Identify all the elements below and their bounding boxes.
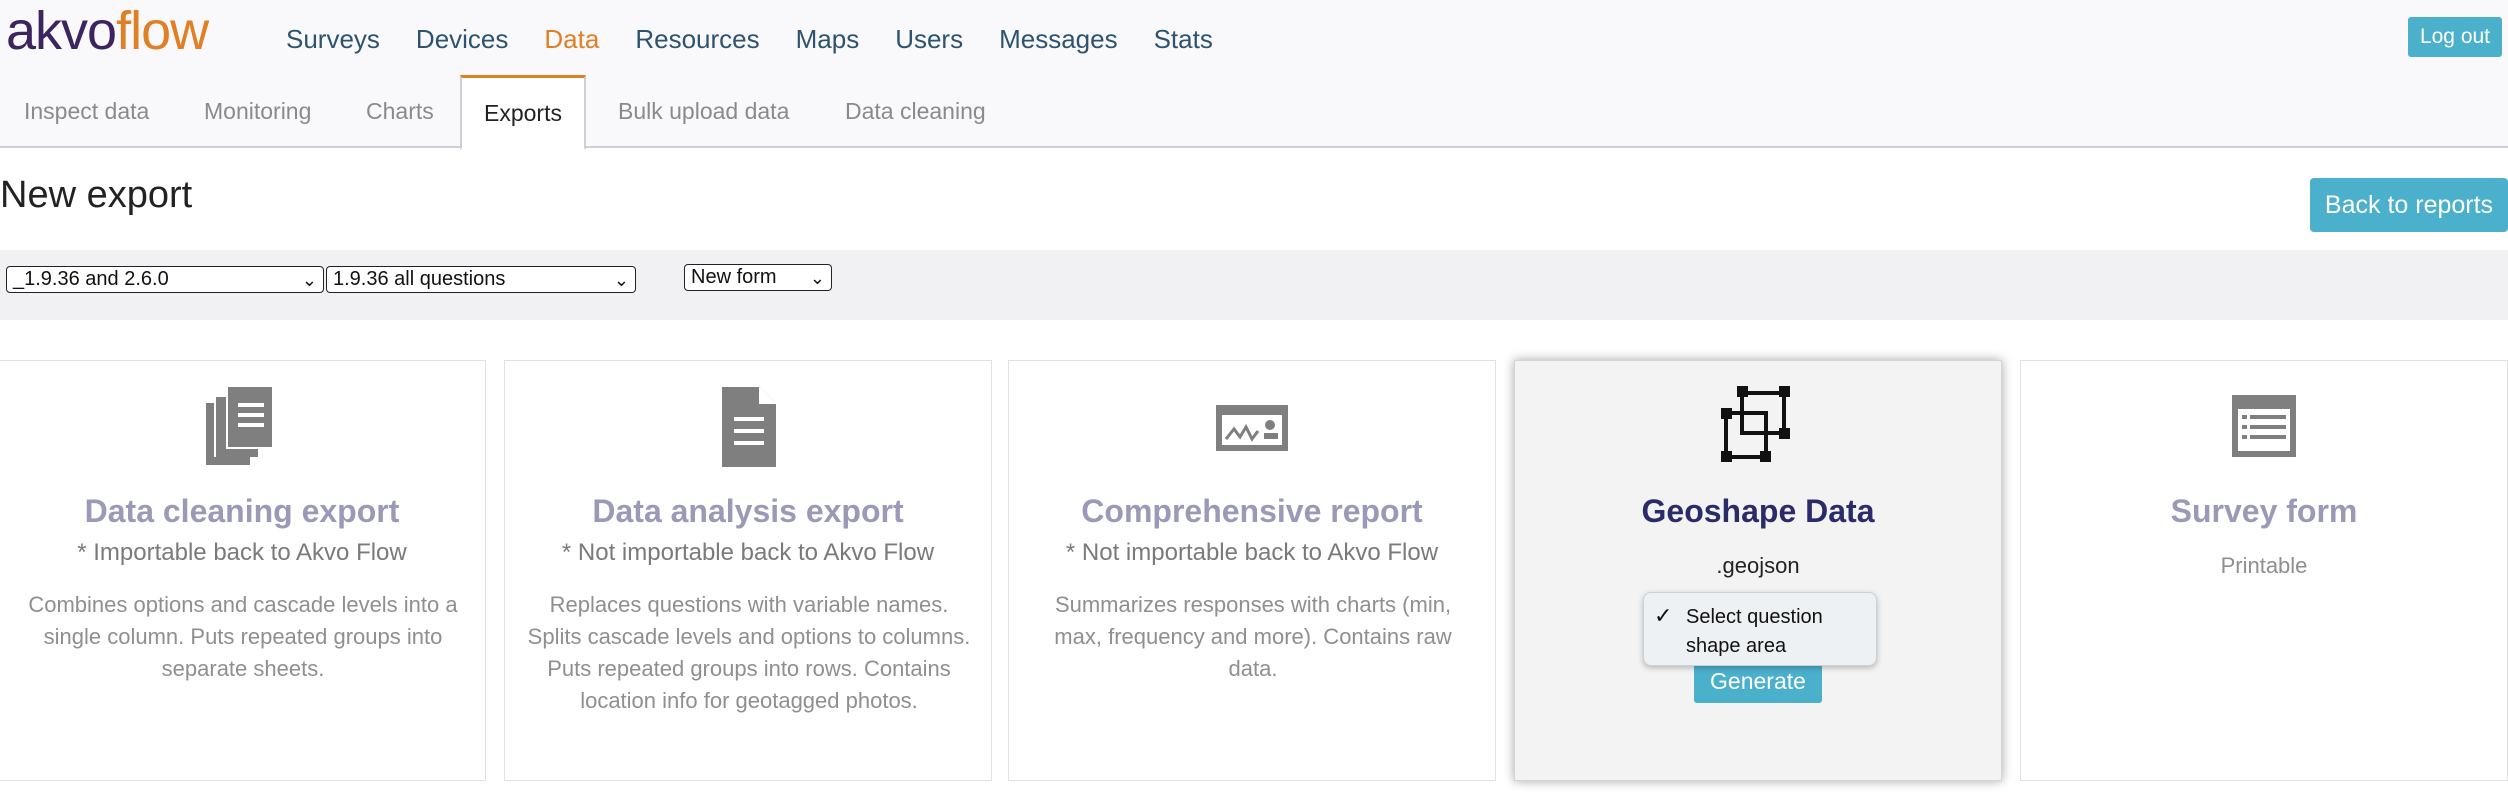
shape-question-dropdown[interactable]: ✓ Select question shape area (1643, 592, 1877, 666)
card-title: Data analysis export (592, 493, 904, 529)
back-to-reports-button[interactable]: Back to reports (2310, 178, 2508, 232)
card-title: Survey form (2170, 493, 2358, 529)
card-description: Combines options and cascade levels into… (28, 592, 458, 681)
documents-icon (206, 385, 274, 465)
geoshape-icon (1721, 386, 1790, 462)
tab-monitoring[interactable]: Monitoring (182, 75, 333, 148)
card-note: * Not importable back to Akvo Flow (561, 539, 935, 566)
tab-bulk-upload[interactable]: Bulk upload data (596, 75, 811, 148)
form-type-select[interactable]: New form ⌄ (684, 264, 832, 291)
tab-charts[interactable]: Charts (344, 75, 456, 148)
nav-messages[interactable]: Messages (999, 22, 1118, 56)
nav-users[interactable]: Users (895, 22, 963, 56)
tab-exports[interactable]: Exports (460, 75, 586, 150)
nav-surveys[interactable]: Surveys (286, 22, 380, 56)
logout-button[interactable]: Log out (2408, 17, 2502, 57)
form-select[interactable]: 1.9.36 all questions ⌄ (326, 266, 636, 293)
form-icon (2232, 395, 2296, 457)
form-select-value: 1.9.36 all questions (333, 268, 506, 290)
form-type-select-value: New form (691, 266, 777, 288)
nav-maps[interactable]: Maps (796, 22, 860, 56)
card-geoshape-data[interactable]: Geoshape Data .geojson (1514, 360, 2002, 781)
filters-bar: _1.9.36 and 2.6.0 ⌄ 1.9.36 all questions… (0, 250, 2508, 320)
top-navbar: akvoflow Surveys Devices Data Resources … (0, 0, 2508, 75)
nav-stats[interactable]: Stats (1154, 22, 1213, 56)
card-subtitle: .geojson (1716, 553, 1800, 578)
card-title: Data cleaning export (84, 493, 400, 529)
akvoflow-logo[interactable]: akvoflow (6, 0, 209, 62)
page-title: New export (0, 174, 193, 216)
nav-devices[interactable]: Devices (416, 22, 508, 56)
tab-data-cleaning[interactable]: Data cleaning (823, 75, 1008, 148)
survey-select[interactable]: _1.9.36 and 2.6.0 ⌄ (6, 266, 324, 293)
chevron-down-icon: ⌄ (613, 270, 629, 290)
document-icon (722, 387, 776, 467)
chevron-down-icon: ⌄ (809, 268, 825, 288)
card-data-cleaning-export[interactable]: Data cleaning export * Importable back t… (0, 360, 486, 781)
card-data-analysis-export[interactable]: Data analysis export * Not importable ba… (504, 360, 992, 781)
card-description: Replaces questions with variable names. … (527, 592, 971, 713)
nav-data[interactable]: Data (544, 22, 599, 56)
card-description: Summarizes responses with charts (min, m… (1054, 592, 1452, 681)
tab-inspect-data[interactable]: Inspect data (2, 75, 171, 148)
card-note: * Importable back to Akvo Flow (77, 539, 407, 566)
subtabs-bar: Inspect data Monitoring Charts Exports B… (0, 75, 2508, 150)
card-subtitle: Printable (2220, 553, 2308, 578)
card-comprehensive-report[interactable]: Comprehensive report * Not importable ba… (1008, 360, 1496, 781)
card-title: Geoshape Data (1641, 493, 1875, 529)
nav-resources[interactable]: Resources (635, 22, 759, 56)
checkmark-icon: ✓ (1654, 603, 1673, 628)
chevron-down-icon: ⌄ (301, 270, 317, 290)
survey-select-value: _1.9.36 and 2.6.0 (13, 268, 169, 290)
chart-report-icon (1216, 405, 1288, 451)
card-title: Comprehensive report (1081, 493, 1423, 529)
card-survey-form[interactable]: Survey form Printable (2020, 360, 2508, 781)
main-nav: Surveys Devices Data Resources Maps User… (286, 22, 1249, 56)
card-note: * Not importable back to Akvo Flow (1065, 539, 1439, 566)
dropdown-option-select-question[interactable]: Select question shape area (1686, 603, 1866, 661)
